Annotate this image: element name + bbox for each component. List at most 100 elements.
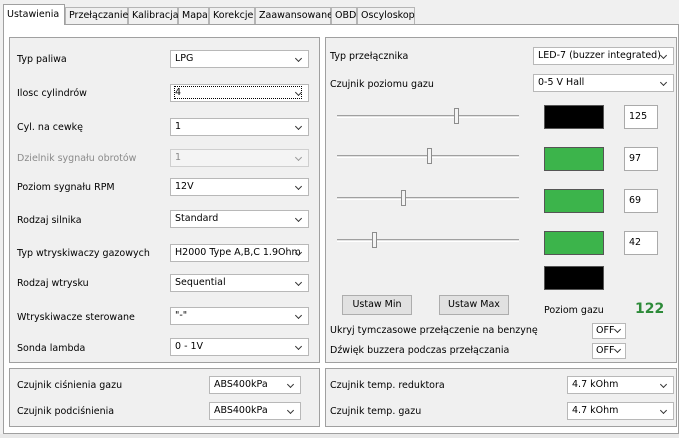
gas-temp-sensor-label: Czujnik temp. gazu (330, 406, 422, 417)
select-value: 0-5 V Hall (538, 77, 585, 88)
cylinder-count-label: Ilosc cylindrów (17, 88, 87, 99)
engine-type-label: Rodzaj silnika (17, 215, 82, 226)
tab-label: Zaawansowane (259, 10, 333, 21)
gas-temp-sensor-select[interactable]: 4.7 kOhm (567, 402, 674, 420)
chevron-down-icon (293, 212, 305, 226)
status-bar (0, 434, 679, 438)
chevron-down-icon (658, 49, 670, 63)
level-slider-1[interactable] (454, 108, 460, 124)
select-value: H2000 Type A,B,C 1.9Ohm (175, 247, 301, 258)
tab-label: Przełączanie (69, 10, 129, 21)
select-value: ABS400kPa (214, 405, 268, 416)
level-slider-2[interactable] (426, 148, 432, 164)
rpm-divider-select: 1 (170, 149, 309, 167)
switch-type-label: Typ przełącznika (330, 51, 409, 62)
level-slider-4[interactable] (372, 232, 378, 248)
select-value: 1 (175, 121, 182, 132)
select-value: Sequential (175, 277, 226, 288)
select-value: OFF (596, 345, 615, 356)
tab-korekcje[interactable]: Korekcje (209, 7, 255, 24)
gas-injector-type-label: Typ wtryskiwaczy gazowych (17, 248, 150, 259)
select-value: 12V (175, 181, 194, 192)
tab-label: Mapa (182, 10, 208, 21)
chevron-down-icon (293, 120, 305, 134)
tab-bar: Ustawienia Przełączanie Kalibracja Mapa … (0, 0, 679, 25)
select-value: 4.7 kOhm (572, 405, 619, 416)
level-value-3[interactable]: 69 (624, 189, 658, 213)
chevron-down-icon (285, 378, 297, 392)
level-value-2[interactable]: 97 (624, 147, 658, 171)
chevron-down-icon (293, 151, 305, 165)
chevron-down-icon (658, 76, 670, 90)
engine-type-select[interactable]: Standard (170, 210, 309, 228)
switch-type-select[interactable]: LED-7 (buzzer integrated) (533, 47, 674, 65)
lambda-sensor-label: Sonda lambda (17, 343, 86, 354)
select-value: 4.7 kOhm (572, 379, 619, 390)
tab-mapa[interactable]: Mapa (178, 7, 209, 24)
select-value: Standard (175, 213, 219, 224)
cylinders-per-coil-label: Cyl. na cewkę (17, 122, 83, 133)
rpm-signal-level-select[interactable]: 12V (170, 178, 309, 196)
level-slider-track-3 (337, 197, 519, 200)
gas-level-value: 122 (635, 301, 665, 317)
gas-level-sensor-select[interactable]: 0-5 V Hall (533, 74, 674, 92)
vacuum-sensor-select[interactable]: ABS400kPa (209, 402, 301, 420)
general-settings-group: Typ paliwa LPG Ilosc cylindrów 4 Cyl. na… (9, 37, 320, 363)
tab-label: Kalibracja (132, 10, 179, 21)
rpm-signal-level-label: Poziom sygnału RPM (17, 182, 115, 193)
level-slider-3[interactable] (401, 190, 407, 206)
level-indicator-3 (544, 189, 604, 213)
hide-temp-switch-select[interactable]: OFF (592, 323, 626, 339)
chevron-down-icon (293, 309, 305, 323)
controlled-injectors-label: Wtryskiwacze sterowane (17, 312, 135, 323)
level-value-4[interactable]: 42 (624, 231, 658, 255)
tab-przelaczanie[interactable]: Przełączanie (65, 7, 128, 24)
controlled-injectors-select[interactable]: "-" (170, 307, 309, 325)
set-max-button[interactable]: Ustaw Max (439, 295, 509, 315)
level-indicator-5 (544, 266, 604, 290)
chevron-down-icon (293, 276, 305, 290)
injection-type-select[interactable]: Sequential (170, 274, 309, 292)
chevron-down-icon (293, 340, 305, 354)
chevron-down-icon (293, 86, 305, 100)
level-slider-track-1 (337, 115, 519, 118)
tab-label: OBD (335, 10, 357, 21)
gas-pressure-sensor-select[interactable]: ABS400kPa (209, 376, 301, 394)
level-slider-track-4 (337, 239, 519, 242)
level-indicator-1 (544, 105, 604, 129)
tab-kalibracja[interactable]: Kalibracja (128, 7, 179, 24)
lambda-sensor-select[interactable]: 0 - 1V (170, 338, 309, 356)
tab-zaawansowane[interactable]: Zaawansowane (255, 7, 333, 24)
level-indicator-4 (544, 231, 604, 255)
fuel-type-label: Typ paliwa (17, 54, 67, 65)
cylinder-count-select[interactable]: 4 (170, 84, 309, 102)
select-value: LPG (175, 53, 194, 64)
tab-ustawienia[interactable]: Ustawienia (3, 4, 65, 25)
reducer-temp-sensor-select[interactable]: 4.7 kOhm (567, 376, 674, 394)
pressure-sensors-group: Czujnik ciśnienia gazu ABS400kPa Czujnik… (9, 368, 320, 427)
chevron-down-icon (658, 378, 670, 392)
temperature-sensors-group: Czujnik temp. reduktora 4.7 kOhm Czujnik… (325, 368, 677, 427)
injection-type-label: Rodzaj wtrysku (17, 278, 89, 289)
tab-obd[interactable]: OBD (331, 7, 357, 24)
select-value: 1 (175, 152, 182, 163)
hide-temp-switch-label: Ukryj tymczasowe przełączenie na benzynę (330, 325, 538, 336)
vacuum-sensor-label: Czujnik podciśnienia (17, 406, 115, 417)
fuel-type-select[interactable]: LPG (170, 50, 309, 68)
gas-level-label: Poziom gazu (544, 305, 604, 316)
cylinders-per-coil-select[interactable]: 1 (170, 118, 309, 136)
set-min-button[interactable]: Ustaw Min (342, 295, 412, 315)
select-value: ABS400kPa (214, 379, 268, 390)
gas-pressure-sensor-label: Czujnik ciśnienia gazu (17, 380, 123, 391)
buzzer-switch-select[interactable]: OFF (592, 343, 626, 359)
chevron-down-icon (293, 52, 305, 66)
gas-injector-type-select[interactable]: H2000 Type A,B,C 1.9Ohm (170, 244, 309, 262)
level-value-1[interactable]: 125 (624, 105, 658, 129)
select-value: LED-7 (buzzer integrated) (538, 50, 661, 61)
chevron-down-icon (613, 324, 623, 338)
switch-settings-group: Typ przełącznika LED-7 (buzzer integrate… (325, 37, 677, 363)
level-indicator-2 (544, 147, 604, 171)
rpm-divider-label: Dzielnik sygnału obrotów (17, 153, 137, 164)
chevron-down-icon (658, 404, 670, 418)
tab-oscyloskop[interactable]: Oscyloskop (357, 7, 415, 24)
